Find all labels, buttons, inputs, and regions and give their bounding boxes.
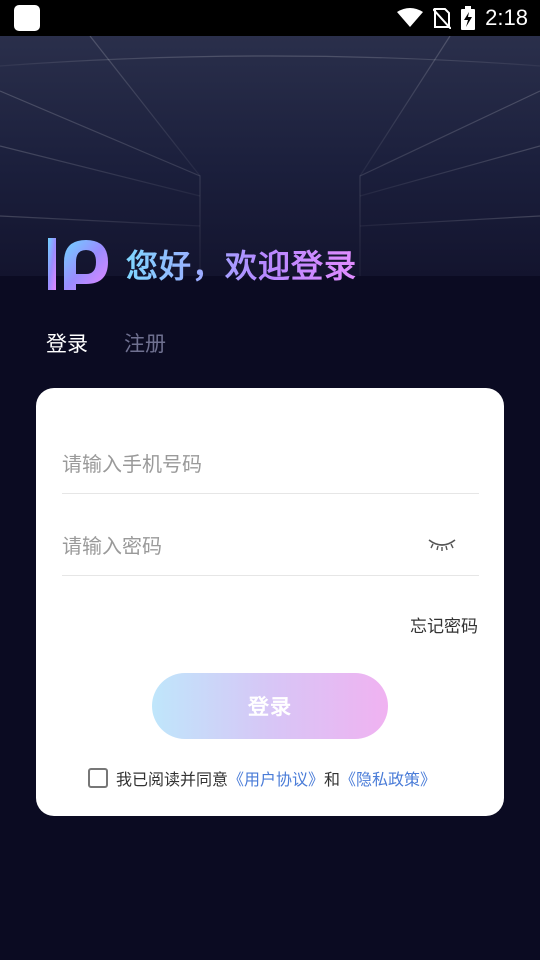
status-time: 2:18 bbox=[485, 5, 528, 30]
privacy-policy-link[interactable]: 《隐私政策》 bbox=[340, 766, 436, 790]
phone-field bbox=[62, 434, 479, 494]
brand-row: 您好，欢迎登录 bbox=[46, 236, 357, 292]
greeting-title: 您好，欢迎登录 bbox=[126, 241, 357, 287]
password-input[interactable] bbox=[62, 533, 402, 558]
agreement-row: 我已阅读并同意 《用户协议》 和 《隐私政策》 bbox=[88, 766, 436, 790]
tab-register[interactable]: 注册 bbox=[124, 328, 166, 358]
wifi-icon bbox=[397, 8, 424, 28]
password-field bbox=[62, 516, 479, 576]
status-icons: 2:18 bbox=[397, 5, 528, 31]
p-logo-icon bbox=[46, 236, 108, 292]
agreement-conjunction: 和 bbox=[324, 770, 341, 789]
agreement-checkbox[interactable] bbox=[88, 768, 108, 788]
tab-login[interactable]: 登录 bbox=[46, 328, 88, 358]
forgot-password-link[interactable]: 忘记密码 bbox=[410, 612, 478, 637]
login-card: 忘记密码 登录 我已阅读并同意 《用户协议》 和 《隐私政策》 bbox=[36, 388, 504, 816]
login-button[interactable]: 登录 bbox=[152, 673, 388, 739]
app-notification-icon bbox=[14, 5, 40, 31]
phone-input[interactable] bbox=[62, 451, 402, 476]
eye-closed-icon[interactable] bbox=[427, 536, 457, 554]
agreement-prefix: 我已阅读并同意 bbox=[116, 770, 229, 789]
battery-charging-icon bbox=[461, 6, 476, 30]
status-bar: 2:18 bbox=[0, 0, 540, 36]
no-sim-icon bbox=[433, 7, 452, 29]
auth-tabs: 登录 注册 bbox=[46, 328, 166, 358]
user-agreement-link[interactable]: 《用户协议》 bbox=[228, 766, 324, 790]
